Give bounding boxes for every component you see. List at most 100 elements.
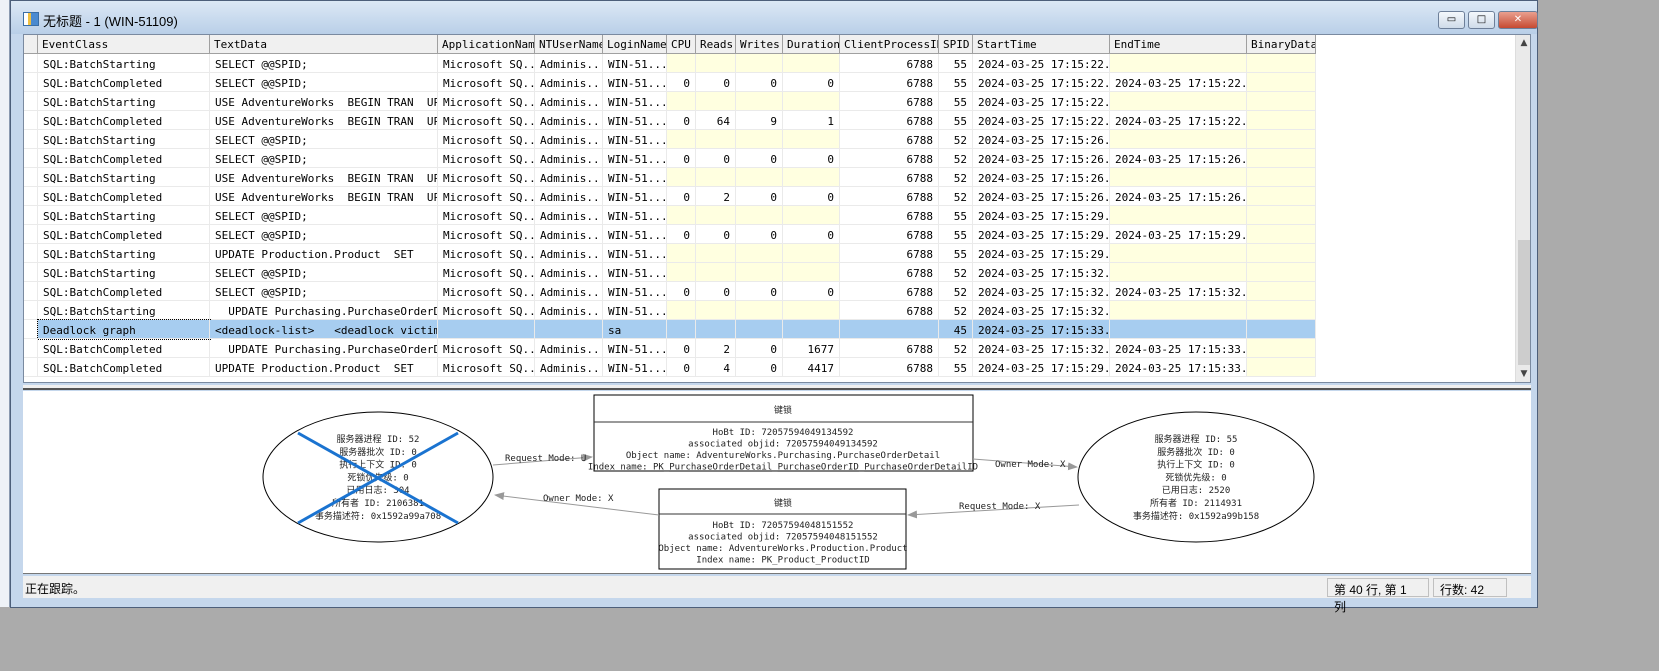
cell-ntusername[interactable]: Adminis...: [535, 339, 603, 358]
cell-eventclass[interactable]: SQL:BatchStarting: [38, 92, 210, 111]
cell-applicationname[interactable]: Microsoft SQ...: [438, 339, 535, 358]
cell-loginname[interactable]: WIN-51...: [603, 168, 667, 187]
column-header-cpu[interactable]: CPU: [667, 35, 696, 54]
cell-clientprocessid[interactable]: 6788: [840, 111, 939, 130]
cell-starttime[interactable]: 2024-03-25 17:15:29...: [973, 244, 1110, 263]
row-selector[interactable]: [24, 339, 38, 358]
cell-binarydata[interactable]: [1247, 301, 1316, 320]
cell-duration[interactable]: 0: [783, 187, 840, 206]
cell-spid[interactable]: 52: [939, 168, 973, 187]
cell-textdata[interactable]: SELECT @@SPID;: [210, 149, 438, 168]
cell-applicationname[interactable]: Microsoft SQ...: [438, 54, 535, 73]
cell-textdata[interactable]: USE AdventureWorks BEGIN TRAN UPD...: [210, 111, 438, 130]
cell-ntusername[interactable]: Adminis...: [535, 244, 603, 263]
cell-duration[interactable]: 0: [783, 73, 840, 92]
cell-binarydata[interactable]: [1247, 358, 1316, 377]
row-selector[interactable]: [24, 282, 38, 301]
minimize-button[interactable]: ▭: [1438, 11, 1465, 29]
cell-clientprocessid[interactable]: 6788: [840, 92, 939, 111]
cell-cpu[interactable]: [667, 54, 696, 73]
cell-spid[interactable]: 52: [939, 263, 973, 282]
column-header-duration[interactable]: Duration: [783, 35, 840, 54]
cell-writes[interactable]: 0: [736, 149, 783, 168]
cell-textdata[interactable]: USE AdventureWorks BEGIN TRAN UPD...: [210, 168, 438, 187]
cell-endtime[interactable]: [1110, 206, 1247, 225]
column-header-endtime[interactable]: EndTime: [1110, 35, 1247, 54]
vertical-scrollbar[interactable]: ▲ ▼: [1515, 35, 1530, 382]
row-selector[interactable]: [24, 92, 38, 111]
cell-endtime[interactable]: [1110, 92, 1247, 111]
cell-cpu[interactable]: 0: [667, 149, 696, 168]
cell-writes[interactable]: 0: [736, 187, 783, 206]
cell-eventclass[interactable]: SQL:BatchCompleted: [38, 339, 210, 358]
cell-endtime[interactable]: [1110, 130, 1247, 149]
cell-writes[interactable]: [736, 130, 783, 149]
cell-spid[interactable]: 55: [939, 92, 973, 111]
cell-loginname[interactable]: WIN-51...: [603, 244, 667, 263]
row-selector[interactable]: [24, 54, 38, 73]
cell-cpu[interactable]: 0: [667, 73, 696, 92]
row-selector[interactable]: [24, 111, 38, 130]
cell-textdata[interactable]: SELECT @@SPID;: [210, 73, 438, 92]
cell-ntusername[interactable]: Adminis...: [535, 301, 603, 320]
column-header-loginname[interactable]: LoginName: [603, 35, 667, 54]
cell-starttime[interactable]: 2024-03-25 17:15:32...: [973, 263, 1110, 282]
cell-ntusername[interactable]: Adminis...: [535, 206, 603, 225]
cell-cpu[interactable]: [667, 301, 696, 320]
row-selector[interactable]: [24, 206, 38, 225]
cell-clientprocessid[interactable]: 6788: [840, 73, 939, 92]
cell-reads[interactable]: [696, 244, 736, 263]
cell-ntusername[interactable]: Adminis...: [535, 73, 603, 92]
cell-spid[interactable]: 45: [939, 320, 973, 339]
cell-binarydata[interactable]: [1247, 187, 1316, 206]
cell-cpu[interactable]: 0: [667, 339, 696, 358]
column-header-ntusername[interactable]: NTUserName: [535, 35, 603, 54]
cell-writes[interactable]: [736, 320, 783, 339]
row-selector[interactable]: [24, 168, 38, 187]
cell-ntusername[interactable]: Adminis...: [535, 225, 603, 244]
cell-endtime[interactable]: 2024-03-25 17:15:32...: [1110, 282, 1247, 301]
cell-endtime[interactable]: 2024-03-25 17:15:22...: [1110, 73, 1247, 92]
cell-loginname[interactable]: WIN-51...: [603, 339, 667, 358]
cell-applicationname[interactable]: Microsoft SQ...: [438, 263, 535, 282]
cell-textdata[interactable]: UPDATE Purchasing.PurchaseOrderDe...: [210, 301, 438, 320]
cell-applicationname[interactable]: Microsoft SQ...: [438, 92, 535, 111]
cell-cpu[interactable]: 0: [667, 187, 696, 206]
pane-splitter[interactable]: [23, 385, 1531, 390]
cell-spid[interactable]: 55: [939, 358, 973, 377]
cell-cpu[interactable]: [667, 206, 696, 225]
cell-clientprocessid[interactable]: 6788: [840, 206, 939, 225]
cell-cpu[interactable]: 0: [667, 111, 696, 130]
cell-clientprocessid[interactable]: 6788: [840, 301, 939, 320]
cell-textdata[interactable]: USE AdventureWorks BEGIN TRAN UPD...: [210, 187, 438, 206]
cell-starttime[interactable]: 2024-03-25 17:15:22...: [973, 111, 1110, 130]
cell-loginname[interactable]: WIN-51...: [603, 225, 667, 244]
cell-ntusername[interactable]: Adminis...: [535, 282, 603, 301]
scroll-up-icon[interactable]: ▲: [1516, 35, 1530, 51]
cell-eventclass[interactable]: SQL:BatchCompleted: [38, 149, 210, 168]
cell-ntusername[interactable]: [535, 320, 603, 339]
cell-reads[interactable]: 0: [696, 73, 736, 92]
cell-cpu[interactable]: [667, 263, 696, 282]
cell-textdata[interactable]: SELECT @@SPID;: [210, 54, 438, 73]
cell-ntusername[interactable]: Adminis...: [535, 187, 603, 206]
cell-eventclass[interactable]: SQL:BatchCompleted: [38, 111, 210, 130]
cell-binarydata[interactable]: [1247, 111, 1316, 130]
cell-writes[interactable]: 0: [736, 282, 783, 301]
cell-spid[interactable]: 52: [939, 149, 973, 168]
cell-reads[interactable]: 2: [696, 339, 736, 358]
cell-starttime[interactable]: 2024-03-25 17:15:26...: [973, 187, 1110, 206]
cell-starttime[interactable]: 2024-03-25 17:15:26...: [973, 149, 1110, 168]
cell-loginname[interactable]: WIN-51...: [603, 111, 667, 130]
column-header-writes[interactable]: Writes: [736, 35, 783, 54]
cell-textdata[interactable]: USE AdventureWorks BEGIN TRAN UPD...: [210, 92, 438, 111]
cell-applicationname[interactable]: Microsoft SQ...: [438, 206, 535, 225]
cell-applicationname[interactable]: Microsoft SQ...: [438, 149, 535, 168]
row-selector[interactable]: [24, 301, 38, 320]
cell-duration[interactable]: [783, 92, 840, 111]
cell-duration[interactable]: [783, 206, 840, 225]
cell-eventclass[interactable]: SQL:BatchStarting: [38, 206, 210, 225]
cell-starttime[interactable]: 2024-03-25 17:15:22...: [973, 92, 1110, 111]
cell-loginname[interactable]: WIN-51...: [603, 187, 667, 206]
cell-reads[interactable]: [696, 168, 736, 187]
